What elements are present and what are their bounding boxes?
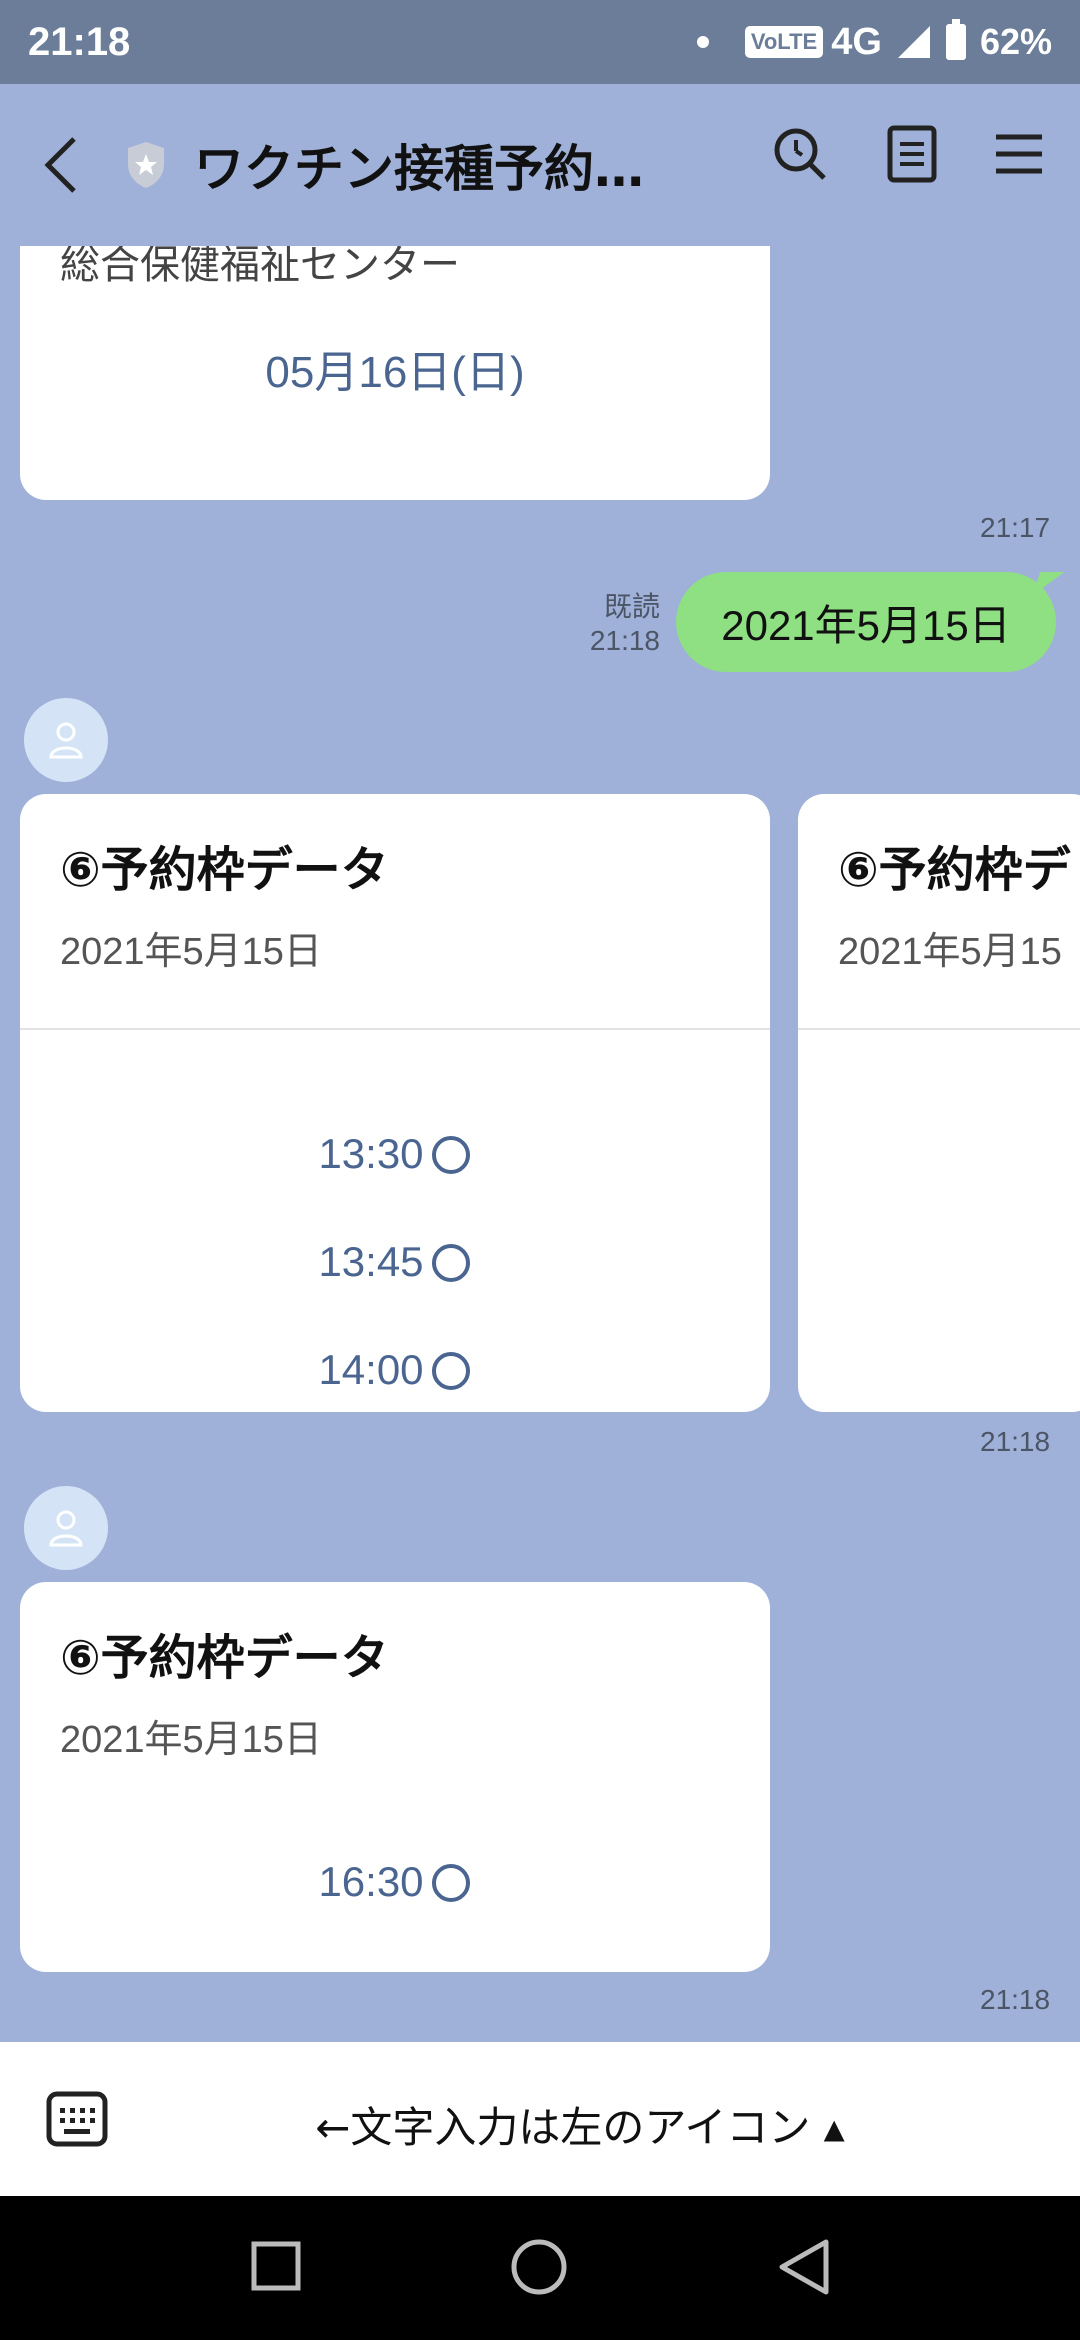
status-bar: 21:18 VoLTE 4G 62% bbox=[0, 0, 1080, 84]
user-message-bubble[interactable]: 2021年5月15日 bbox=[676, 572, 1056, 672]
back-nav-icon[interactable] bbox=[776, 2238, 832, 2296]
card-title: ⑥予約枠データ bbox=[60, 1630, 389, 1686]
volte-badge: VoLTE bbox=[744, 26, 824, 58]
available-circle-icon bbox=[431, 1136, 470, 1174]
back-arrow-icon[interactable] bbox=[40, 133, 84, 197]
search-icon[interactable] bbox=[770, 124, 830, 184]
android-nav-bar bbox=[0, 2196, 1080, 2340]
available-circle-icon bbox=[431, 1864, 470, 1902]
slot-time: 16:30 bbox=[318, 1858, 424, 1905]
status-indicators: VoLTE 4G 62% bbox=[696, 19, 1052, 64]
battery-icon bbox=[945, 19, 966, 60]
verified-shield-icon bbox=[128, 142, 164, 188]
chat-area[interactable]: 総合保健福祉センター 05月16日(日) 21:17 既読 21:18 2021… bbox=[0, 246, 1080, 2042]
notification-dot-icon bbox=[696, 36, 709, 48]
signal-icon bbox=[897, 26, 930, 58]
user-silhouette-icon bbox=[49, 1510, 83, 1547]
read-label: 既読 bbox=[603, 590, 660, 623]
time-slot-button[interactable]: 16:30 bbox=[20, 1858, 768, 1906]
card-title: ⑥予約枠データ bbox=[60, 842, 389, 898]
time-slot-button[interactable]: 14:00 bbox=[20, 1346, 768, 1394]
card-date: 2021年5月15日 bbox=[60, 931, 322, 973]
message-time: 21:18 bbox=[980, 1426, 1051, 1457]
slot-card: ⑥予約枠データ 2021年5月15日 16:30 bbox=[20, 1582, 770, 1972]
slot-time: 13:45 bbox=[318, 1238, 424, 1285]
chat-header: ワクチン接種予約... bbox=[0, 84, 1080, 246]
network-type: 4G bbox=[831, 20, 882, 63]
user-silhouette-icon bbox=[49, 722, 83, 759]
slot-card-next[interactable]: ⑥予約枠デ 2021年5月15 bbox=[798, 794, 1080, 1412]
input-bar: ←文字入力は左のアイコン ▴ bbox=[0, 2042, 1080, 2196]
message-time: 21:18 bbox=[980, 1984, 1051, 2015]
recent-apps-icon[interactable] bbox=[250, 2240, 302, 2292]
slot-card: ⑥予約枠データ 2021年5月15日 13:30 13:45 14:00 bbox=[20, 794, 770, 1412]
read-receipt: 既読 21:18 bbox=[560, 590, 660, 658]
available-circle-icon bbox=[431, 1244, 470, 1282]
location-text: 総合保健福祉センター bbox=[60, 246, 460, 288]
menu-icon[interactable] bbox=[994, 129, 1044, 179]
bot-avatar[interactable] bbox=[24, 1486, 108, 1570]
bot-avatar[interactable] bbox=[24, 698, 108, 782]
rich-menu-toggle[interactable]: ←文字入力は左のアイコン ▴ bbox=[0, 2094, 1080, 2155]
previous-card: 総合保健福祉センター 05月16日(日) bbox=[20, 246, 770, 500]
card-divider bbox=[798, 1028, 1080, 1030]
home-icon[interactable] bbox=[510, 2238, 568, 2296]
time-slot-button[interactable]: 13:45 bbox=[20, 1238, 768, 1286]
slot-time: 13:30 bbox=[318, 1130, 424, 1177]
card-title: ⑥予約枠デ bbox=[838, 842, 1071, 898]
status-time: 21:18 bbox=[28, 19, 131, 64]
message-time: 21:17 bbox=[980, 512, 1051, 543]
header-actions bbox=[770, 124, 1044, 184]
read-time: 21:18 bbox=[589, 625, 660, 656]
notes-icon[interactable] bbox=[886, 124, 938, 184]
date-button[interactable]: 05月16日(日) bbox=[20, 336, 770, 400]
card-date: 2021年5月15 bbox=[838, 931, 1062, 973]
card-date: 2021年5月15日 bbox=[60, 1719, 322, 1761]
battery-percent: 62% bbox=[979, 21, 1052, 62]
chat-title: ワクチン接種予約... bbox=[194, 140, 644, 198]
available-circle-icon bbox=[431, 1352, 470, 1390]
slot-time: 14:00 bbox=[318, 1346, 424, 1393]
time-slot-button[interactable]: 13:30 bbox=[20, 1130, 768, 1178]
card-divider bbox=[20, 1028, 770, 1030]
